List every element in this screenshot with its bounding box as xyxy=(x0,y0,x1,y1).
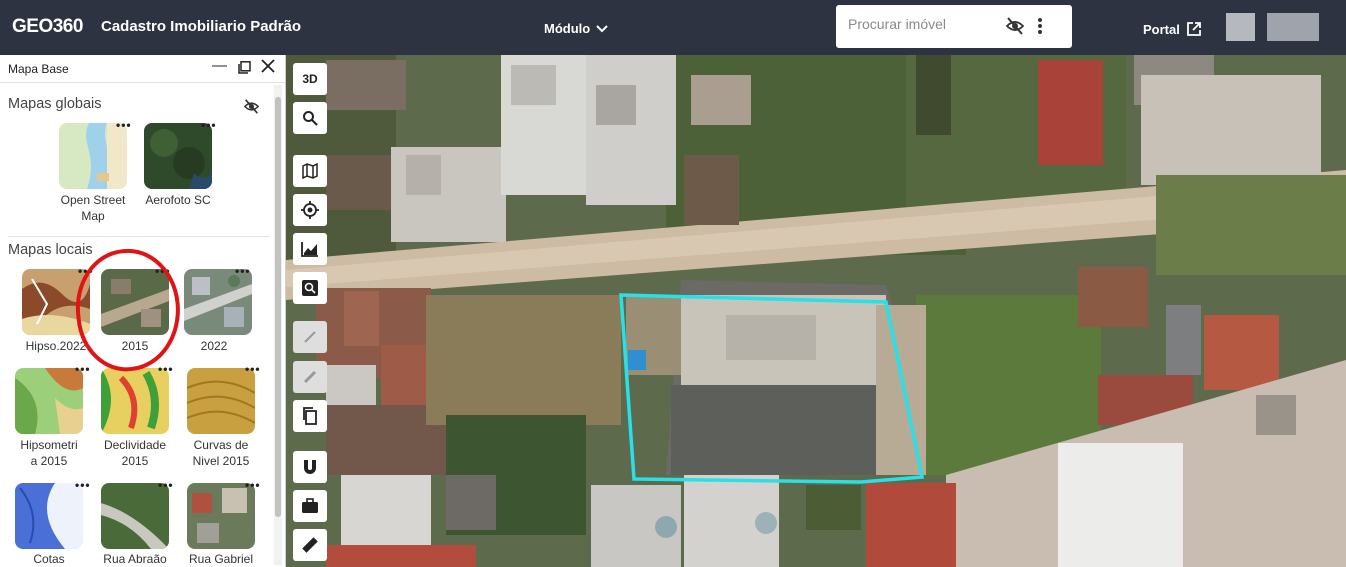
layers-copy-button[interactable] xyxy=(293,400,327,432)
cotas-tile[interactable] xyxy=(15,483,83,549)
local-maps-heading: Mapas locais xyxy=(8,242,93,258)
panel-scrollbar-thumb[interactable] xyxy=(275,97,281,517)
tile-label: 2022 xyxy=(200,339,228,353)
elevation-profile-button[interactable] xyxy=(293,233,327,265)
portal-link[interactable]: Portal xyxy=(1143,21,1202,37)
tile-label: Rua Abraão xyxy=(103,552,167,566)
rua-gabriel-tile[interactable] xyxy=(187,483,255,549)
eye-off-icon[interactable] xyxy=(1005,17,1025,35)
close-icon[interactable] xyxy=(261,59,275,77)
ruler-icon xyxy=(302,537,318,553)
hipsometria-2015-tile[interactable] xyxy=(15,368,83,434)
osm-map-tile[interactable] xyxy=(59,123,127,189)
tile-menu-icon[interactable]: ••• xyxy=(75,478,91,492)
aerial-imagery xyxy=(286,55,1346,567)
toolbox-button[interactable] xyxy=(293,490,327,522)
locate-button[interactable] xyxy=(293,194,327,226)
base-map-button[interactable] xyxy=(293,155,327,187)
geo360-logo[interactable]: GEO360 xyxy=(12,16,83,38)
magnet-icon xyxy=(304,460,316,474)
external-link-icon xyxy=(1186,22,1201,36)
tile-label: Curvas de Nivel 2015 xyxy=(192,438,250,468)
3d-view-button[interactable]: 3D xyxy=(293,63,327,95)
modulo-dropdown[interactable]: Módulo xyxy=(544,21,608,36)
tile-label: Cotas xyxy=(33,552,65,566)
copy-icon xyxy=(303,407,317,425)
divider xyxy=(8,236,270,237)
ortho-2022-tile[interactable] xyxy=(184,269,252,335)
eye-off-icon[interactable] xyxy=(243,99,260,114)
snap-magnet-button[interactable] xyxy=(293,451,327,483)
more-options-icon[interactable] xyxy=(1035,16,1045,36)
tile-menu-icon[interactable]: ••• xyxy=(158,478,174,492)
search-icon xyxy=(303,111,318,126)
draw-tool-button xyxy=(293,321,327,353)
base-map-panel: Mapa Base — Mapas globais ••• Open Stree… xyxy=(0,55,286,567)
top-bar: GEO360 Cadastro Imobiliario Padrão Módul… xyxy=(0,0,1346,55)
edit-tool-button xyxy=(293,361,327,393)
tile-menu-icon[interactable]: ••• xyxy=(75,362,91,376)
tile-label: Rua Gabriel xyxy=(188,552,254,566)
brush-icon xyxy=(304,331,316,343)
aerofoto-sc-tile[interactable] xyxy=(144,123,212,189)
tile-label: Aerofoto SC xyxy=(145,193,211,207)
briefcase-icon xyxy=(302,498,318,513)
modulo-label: Módulo xyxy=(544,21,591,36)
panel-title: Mapa Base xyxy=(8,62,69,76)
chart-icon xyxy=(301,242,318,257)
global-maps-heading: Mapas globais xyxy=(8,96,102,112)
zoom-area-button[interactable] xyxy=(293,272,327,304)
chevron-down-icon xyxy=(596,24,608,32)
pencil-icon xyxy=(303,370,317,384)
map-icon xyxy=(302,163,318,179)
curvas-nivel-2015-tile[interactable] xyxy=(187,368,255,434)
tile-label: Hipsometri a 2015 xyxy=(20,438,78,468)
tile-menu-icon[interactable]: ••• xyxy=(116,118,132,132)
tile-menu-icon[interactable]: ••• xyxy=(235,264,251,278)
tile-menu-icon[interactable]: ••• xyxy=(201,118,217,132)
tile-menu-icon[interactable]: ••• xyxy=(158,362,174,376)
rua-abraao-tile[interactable] xyxy=(101,483,169,549)
tile-menu-icon[interactable]: ••• xyxy=(245,478,261,492)
panel-header: Mapa Base — xyxy=(0,55,285,83)
tile-menu-icon[interactable]: ••• xyxy=(245,362,261,376)
app-title: Cadastro Imobiliario Padrão xyxy=(101,18,302,35)
user-name-redacted[interactable] xyxy=(1267,13,1319,41)
minimize-icon[interactable]: — xyxy=(212,58,227,74)
detach-icon[interactable] xyxy=(238,61,251,78)
3d-label: 3D xyxy=(302,72,318,86)
measure-button[interactable] xyxy=(293,529,327,561)
tile-label: Open Street Map xyxy=(60,193,126,223)
tile-label: Declividade 2015 xyxy=(103,438,167,468)
property-search-input[interactable] xyxy=(848,16,1008,32)
map-view[interactable] xyxy=(286,55,1346,567)
portal-label: Portal xyxy=(1143,21,1180,37)
zoom-area-icon xyxy=(302,280,318,296)
crosshair-icon xyxy=(301,201,319,219)
declividade-2015-tile[interactable] xyxy=(101,368,169,434)
zoom-search-button[interactable] xyxy=(293,102,327,134)
user-avatar[interactable] xyxy=(1226,13,1255,41)
